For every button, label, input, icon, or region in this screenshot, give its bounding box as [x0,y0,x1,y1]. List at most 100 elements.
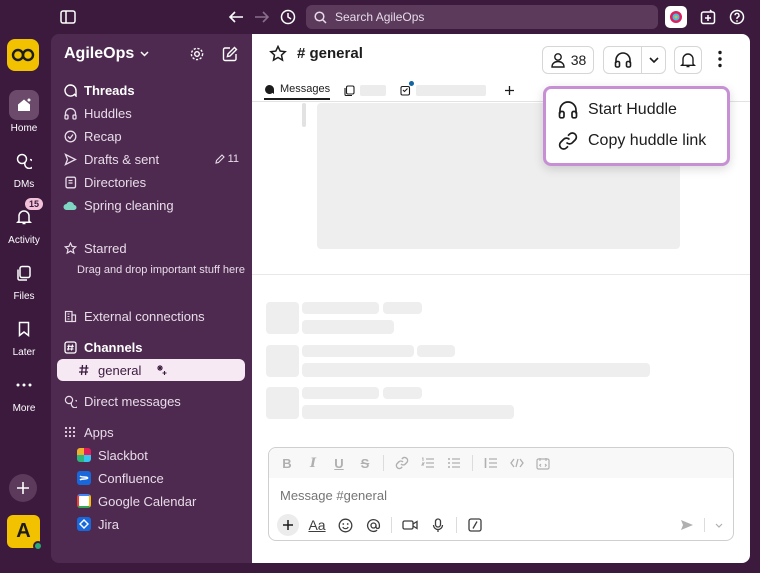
text-placeholder [302,302,379,314]
rail-later[interactable]: Later [0,314,48,358]
rail-more[interactable]: More [0,370,48,414]
sidebar-item-threads[interactable]: Threads [63,79,245,101]
text-placeholder [302,345,414,357]
back-arrow-icon[interactable] [226,7,246,27]
apps-grid-icon [63,425,77,439]
more-options-icon[interactable] [718,50,722,68]
headphones-icon [558,101,578,119]
online-status-indicator [33,541,43,551]
sidebar-section-apps[interactable]: Apps [63,421,245,443]
sidebar-item-spring-cleaning[interactable]: Spring cleaning [63,194,245,216]
sidebar-section-starred[interactable]: Starred [63,237,245,259]
confluence-icon [77,471,91,485]
bold-icon[interactable]: B [279,455,295,471]
code-icon[interactable] [509,455,525,471]
menu-item-copy-huddle-link[interactable]: Copy huddle link [558,129,706,153]
sidebar-toggle-icon[interactable] [58,7,78,27]
link-icon[interactable] [394,455,410,471]
forward-arrow-icon[interactable] [252,7,272,27]
workspace-rail: Home DMs 15 Activity Files Later More A [0,34,48,573]
dm-icon [63,394,77,408]
toolbar-divider [383,455,384,471]
ai-assistant-icon[interactable] [665,6,687,28]
send-icon [63,152,77,166]
workspace-logo-icon[interactable] [7,39,39,71]
files-icon [9,258,39,288]
message-bubble-icon [265,84,274,94]
sidebar-channel-general[interactable]: general [57,359,245,381]
text-format-icon[interactable]: Aa [307,515,327,535]
send-icon[interactable] [680,519,694,531]
strikethrough-icon[interactable]: S [357,455,373,471]
sidebar-item-label: Drafts & sent [84,151,160,167]
rail-dms[interactable]: DMs [0,146,48,190]
search-input[interactable]: Search AgileOps [306,5,658,29]
unread-dot [409,81,415,86]
message-input[interactable] [280,488,700,503]
tab-messages[interactable]: Messages [264,80,331,100]
italic-icon[interactable]: I [305,455,321,471]
workspace-switcher[interactable]: AgileOps [64,45,149,63]
cloud-icon [63,198,77,212]
rail-dms-label: DMs [13,179,35,190]
sidebar-item-drafts[interactable]: Drafts & sent 11 [63,148,245,170]
help-icon[interactable] [727,7,747,27]
rail-files[interactable]: Files [0,258,48,302]
tab-placeholder [360,84,387,96]
members-button[interactable]: 38 [542,46,594,74]
underline-icon[interactable]: U [331,455,347,471]
direct-messages-label: Direct messages [84,393,181,409]
menu-item-label: Copy huddle link [588,132,707,149]
sidebar-item-external-connections[interactable]: External connections [63,305,245,327]
sidebar-item-directories[interactable]: Directories [63,171,245,193]
sidebar-app-google-calendar[interactable]: Google Calendar [77,490,259,512]
bullet-list-icon[interactable] [446,455,462,471]
sidebar-app-jira[interactable]: Jira [77,513,259,535]
chevron-down-icon[interactable] [715,523,723,528]
sidebar-item-label: External connections [84,308,205,324]
channel-label: general [98,362,142,378]
sidebar-item-huddles[interactable]: Huddles [63,102,245,124]
star-channel-icon[interactable] [269,45,287,63]
channel-title[interactable]: # general [297,45,363,62]
huddle-button[interactable] [604,47,642,73]
sidebar-section-channels[interactable]: Channels [63,336,245,358]
tab-list[interactable] [400,80,487,100]
tab-placeholder [416,84,487,96]
mention-icon[interactable] [363,515,383,535]
huddle-options-button[interactable] [642,57,665,63]
more-dots-icon [9,370,39,400]
rail-home[interactable]: Home [0,90,48,134]
settings-gear-icon[interactable] [188,45,206,63]
attach-plus-icon[interactable] [277,514,299,536]
tab-canvas[interactable] [344,80,387,100]
notifications-button[interactable] [674,46,702,74]
add-tab-button[interactable] [504,80,515,100]
history-clock-icon[interactable] [278,7,298,27]
sidebar-item-recap[interactable]: Recap [63,125,245,147]
activity-badge: 15 [22,196,45,212]
blockquote-icon[interactable] [483,455,499,471]
menu-item-start-huddle[interactable]: Start Huddle [558,98,677,122]
tab-messages-label: Messages [280,83,331,95]
text-placeholder [417,345,455,357]
ordered-list-icon[interactable] [420,455,436,471]
channel-tabs: Messages [264,80,515,102]
bell-icon: 15 [9,196,45,232]
rail-activity-label: Activity [8,235,40,246]
emoji-icon[interactable] [335,515,355,535]
code-block-icon[interactable] [535,455,551,471]
compose-icon[interactable] [221,45,239,63]
add-workspace-button[interactable] [9,474,37,502]
video-icon[interactable] [400,515,420,535]
sidebar-app-slackbot[interactable]: Slackbot [77,444,259,466]
rail-activity[interactable]: 15 Activity [0,196,48,246]
sidebar-app-confluence[interactable]: Confluence [77,467,259,489]
microphone-icon[interactable] [428,515,448,535]
shortcuts-slash-icon[interactable] [465,515,485,535]
new-message-icon[interactable] [698,7,718,27]
sidebar-item-label: Recap [84,128,122,144]
chevron-down-icon [648,57,659,63]
apps-label: Apps [84,424,114,440]
sidebar-section-direct-messages[interactable]: Direct messages [63,390,245,412]
